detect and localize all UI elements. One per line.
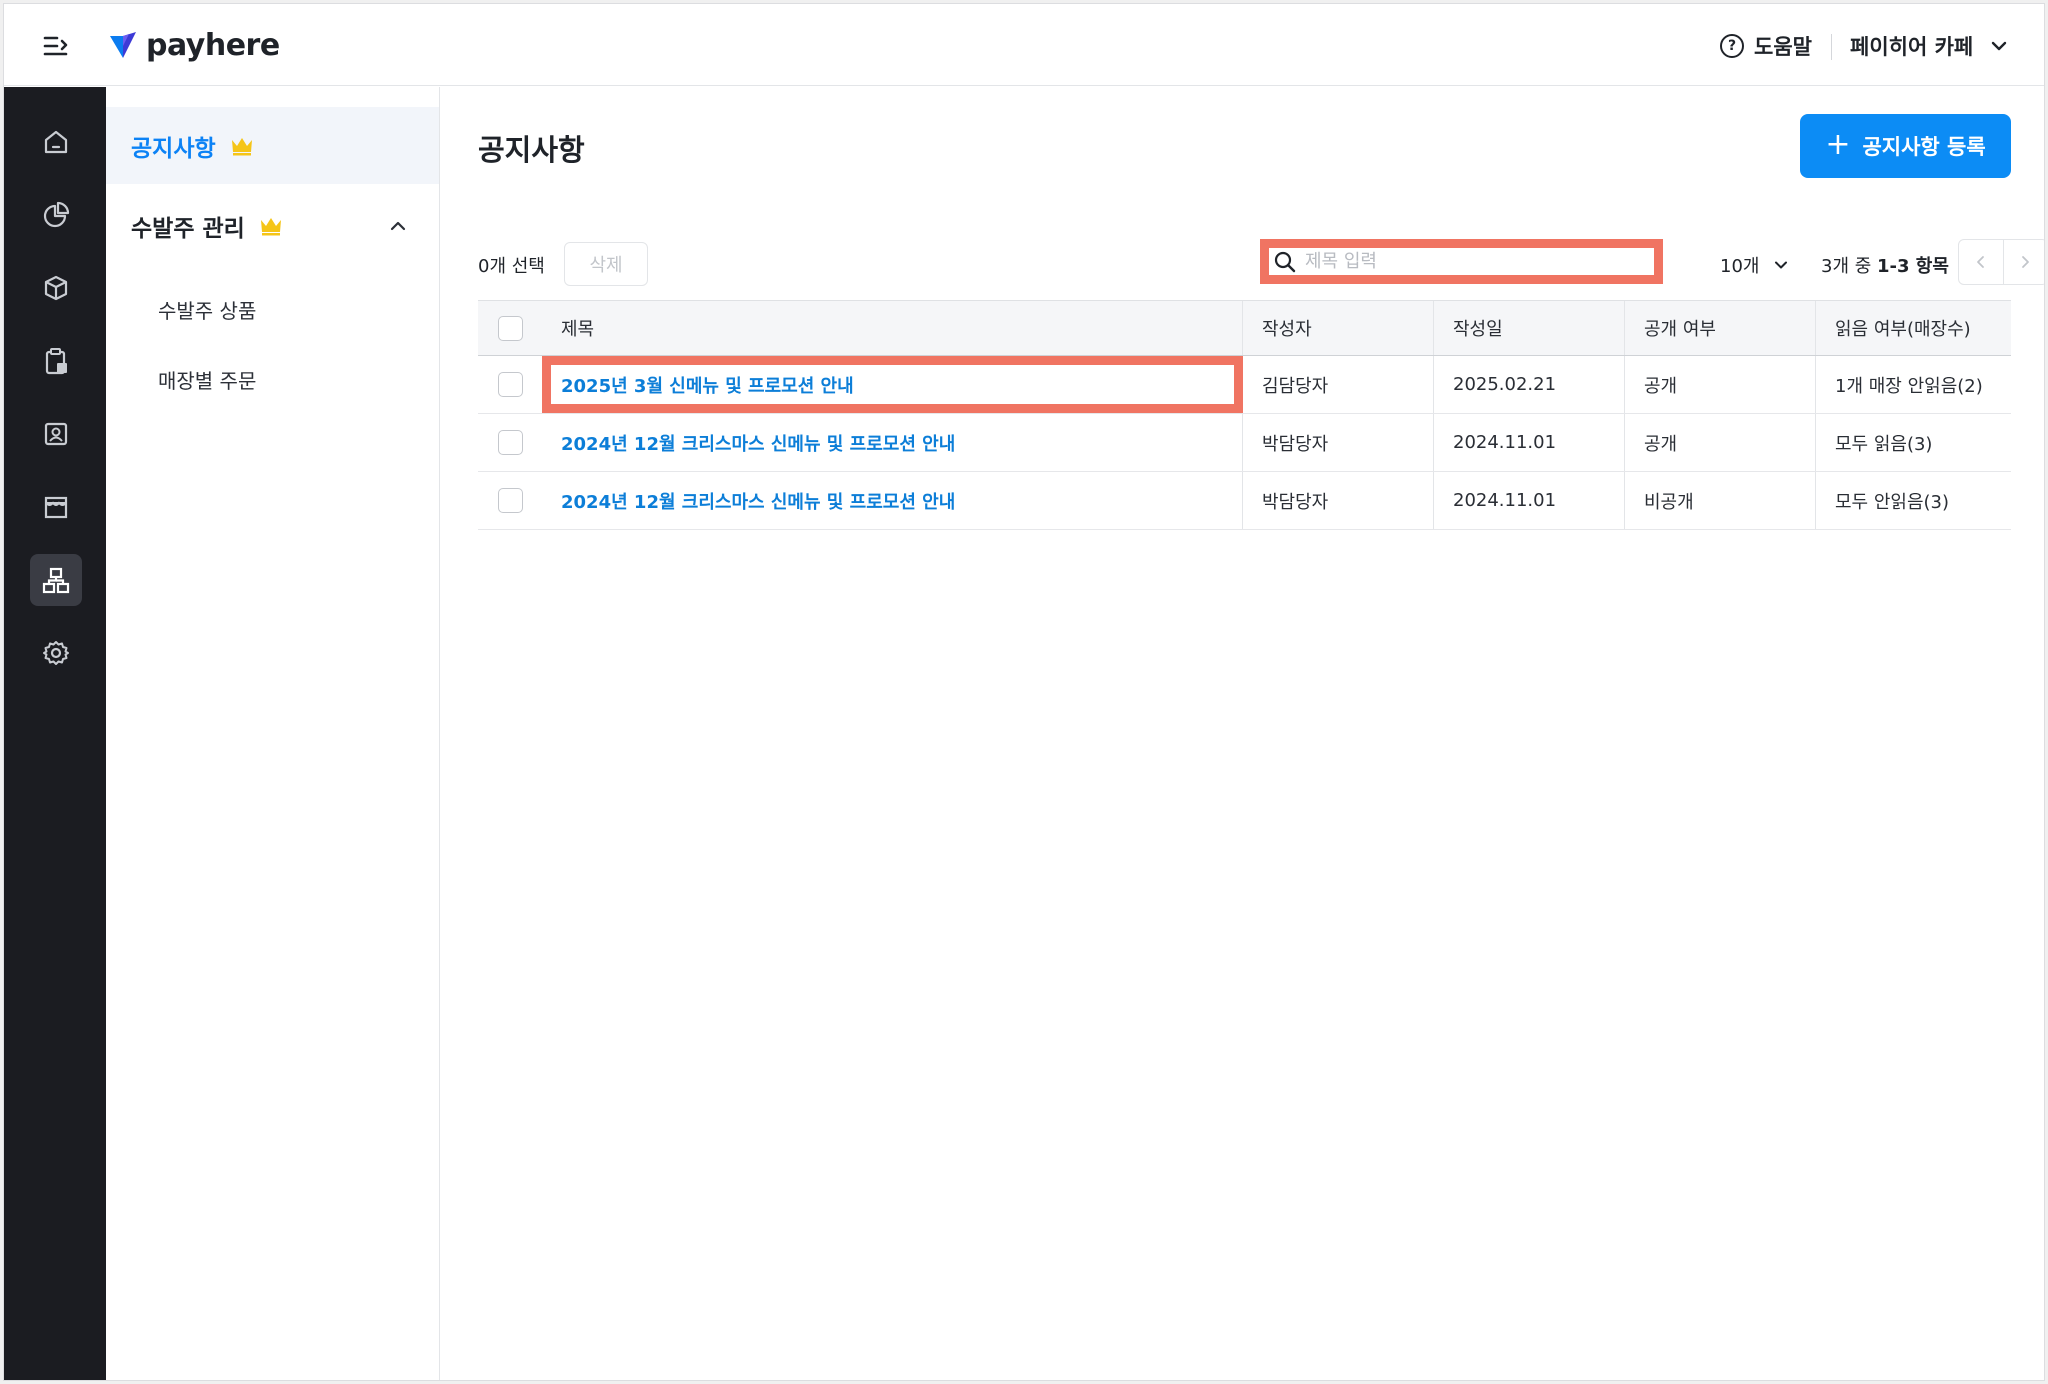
search-icon bbox=[1274, 251, 1296, 272]
subnav-item-label: 공지사항 bbox=[131, 135, 216, 162]
next-page-button[interactable] bbox=[2004, 240, 2045, 284]
register-label: 공지사항 등록 bbox=[1862, 135, 1986, 159]
title-cell: 2024년 12월 크리스마스 신메뉴 및 프로모션 안내 bbox=[542, 472, 1243, 529]
notice-table: 제목 작성자 작성일 공개 여부 읽음 여부(매장수) 2025년 3월 신메뉴… bbox=[478, 300, 2011, 530]
pie-chart-icon bbox=[43, 201, 70, 228]
search-input[interactable] bbox=[1305, 251, 1625, 272]
row-checkbox[interactable] bbox=[497, 488, 523, 513]
nav-orders[interactable] bbox=[30, 335, 82, 387]
pagination-range: 3개 중 1-3 항목 bbox=[1821, 252, 1949, 278]
notice-title-link[interactable]: 2024년 12월 크리스마스 신메뉴 및 프로모션 안내 bbox=[561, 430, 955, 456]
user-card-icon bbox=[44, 422, 68, 446]
subnav-group-label: 수발주 관리 bbox=[131, 216, 245, 242]
help-icon: ? bbox=[1720, 34, 1744, 58]
table-row[interactable]: 2024년 12월 크리스마스 신메뉴 및 프로모션 안내 박담당자 2024.… bbox=[478, 414, 2011, 472]
register-notice-button[interactable]: + 공지사항 등록 bbox=[1800, 114, 2011, 178]
date-cell: 2024.11.01 bbox=[1434, 472, 1625, 529]
help-label: 도움말 bbox=[1754, 35, 1812, 59]
range-prefix: 3개 중 bbox=[1821, 256, 1878, 277]
page-title: 공지사항 bbox=[478, 133, 585, 167]
icon-sidebar bbox=[4, 87, 106, 1380]
read-cell: 모두 읽음(3) bbox=[1835, 433, 1933, 455]
author-cell: 김담당자 bbox=[1243, 356, 1434, 413]
menu-toggle-icon[interactable] bbox=[40, 30, 72, 62]
logo-mark-icon bbox=[110, 32, 136, 58]
org-chart-icon bbox=[42, 567, 70, 594]
chevron-up-icon[interactable] bbox=[387, 215, 409, 237]
table-toolbar: 0개 선택 삭제 10개 3개 중 1-3 항목 bbox=[478, 239, 2044, 286]
divider bbox=[1831, 34, 1832, 60]
nav-franchise[interactable] bbox=[30, 554, 82, 606]
column-header-read[interactable]: 읽음 여부(매장수) bbox=[1816, 301, 2011, 355]
table-row[interactable]: 2025년 3월 신메뉴 및 프로모션 안내 김담당자 2025.02.21 공… bbox=[478, 356, 2011, 414]
date-cell: 2024.11.01 bbox=[1434, 414, 1625, 471]
store-selector[interactable]: 페이히어 카페 bbox=[1850, 30, 2009, 62]
search-field[interactable] bbox=[1260, 239, 1663, 284]
prev-page-button[interactable] bbox=[1959, 240, 2004, 284]
row-checkbox-cell bbox=[478, 414, 542, 471]
row-checkbox-cell bbox=[478, 472, 542, 529]
public-cell: 공개 bbox=[1625, 414, 1816, 471]
nav-products[interactable] bbox=[30, 262, 82, 314]
box-icon bbox=[44, 275, 68, 301]
column-header-title[interactable]: 제목 bbox=[542, 301, 1243, 355]
table-row[interactable]: 2024년 12월 크리스마스 신메뉴 및 프로모션 안내 박담당자 2024.… bbox=[478, 472, 2011, 530]
title-cell: 2025년 3월 신메뉴 및 프로모션 안내 bbox=[542, 356, 1243, 413]
page-size-select[interactable]: 10개 bbox=[1720, 252, 1789, 278]
brand-name: payhere bbox=[146, 27, 280, 63]
subnav-item-store-orders[interactable]: 매장별 주문 bbox=[158, 365, 256, 394]
nav-settings[interactable] bbox=[30, 627, 82, 679]
read-cell: 모두 안읽음(3) bbox=[1835, 491, 1950, 513]
column-header-public[interactable]: 공개 여부 bbox=[1625, 301, 1816, 355]
nav-analytics[interactable] bbox=[30, 189, 82, 241]
chevron-left-icon bbox=[1976, 256, 1984, 268]
plus-icon: + bbox=[1825, 126, 1851, 162]
app-window: payhere ? 도움말 페이히어 카페 공지사항 수발주 관리 수발주 상품… bbox=[3, 3, 2045, 1381]
subnav-item-order-products[interactable]: 수발주 상품 bbox=[158, 295, 256, 324]
author-cell: 박담당자 bbox=[1243, 472, 1434, 529]
crown-icon bbox=[231, 137, 252, 155]
subnav-item-notices[interactable]: 공지사항 bbox=[106, 107, 439, 184]
notice-title-link[interactable]: 2025년 3월 신메뉴 및 프로모션 안내 bbox=[561, 372, 854, 398]
pagination-controls bbox=[1958, 239, 2045, 285]
clipboard-icon bbox=[45, 348, 67, 375]
delete-button[interactable]: 삭제 bbox=[564, 242, 648, 286]
notice-title-link[interactable]: 2024년 12월 크리스마스 신메뉴 및 프로모션 안내 bbox=[561, 488, 955, 514]
table-header: 제목 작성자 작성일 공개 여부 읽음 여부(매장수) bbox=[478, 300, 2011, 356]
select-all-checkbox[interactable] bbox=[497, 315, 523, 341]
public-cell: 공개 bbox=[1625, 356, 1816, 413]
selected-count: 0개 선택 bbox=[478, 256, 545, 277]
brand-logo[interactable]: payhere bbox=[108, 26, 280, 64]
read-cell: 1개 매장 안읽음(2) bbox=[1835, 375, 1983, 397]
subnav-group-orders[interactable]: 수발주 관리 bbox=[106, 187, 439, 265]
nav-home[interactable] bbox=[30, 116, 82, 168]
sub-sidebar: 공지사항 수발주 관리 수발주 상품 매장별 주문 bbox=[106, 87, 440, 1380]
store-icon bbox=[44, 496, 68, 519]
main-content: 공지사항 + 공지사항 등록 0개 선택 삭제 10개 3개 bbox=[441, 87, 2044, 1380]
chevron-down-icon bbox=[1992, 41, 2007, 51]
row-checkbox-cell bbox=[478, 356, 542, 413]
public-cell: 비공개 bbox=[1625, 472, 1816, 529]
top-bar: payhere ? 도움말 페이히어 카페 bbox=[4, 4, 2044, 86]
nav-customers[interactable] bbox=[30, 408, 82, 460]
crown-icon bbox=[260, 218, 281, 236]
help-button[interactable]: ? 도움말 bbox=[1720, 30, 1812, 62]
range-items: 1-3 항목 bbox=[1877, 256, 1949, 277]
chevron-right-icon bbox=[2022, 256, 2030, 268]
author-cell: 박담당자 bbox=[1243, 414, 1434, 471]
row-checkbox[interactable] bbox=[497, 372, 523, 397]
page-size-value: 10개 bbox=[1720, 256, 1760, 277]
column-header-author[interactable]: 작성자 bbox=[1243, 301, 1434, 355]
header-checkbox-cell bbox=[478, 301, 542, 355]
date-cell: 2025.02.21 bbox=[1434, 356, 1625, 413]
title-cell: 2024년 12월 크리스마스 신메뉴 및 프로모션 안내 bbox=[542, 414, 1243, 471]
home-icon bbox=[44, 130, 68, 154]
store-name: 페이히어 카페 bbox=[1850, 35, 1974, 59]
gear-icon bbox=[43, 641, 69, 665]
nav-stores[interactable] bbox=[30, 481, 82, 533]
column-header-date[interactable]: 작성일 bbox=[1434, 301, 1625, 355]
row-checkbox[interactable] bbox=[497, 430, 523, 455]
chevron-down-icon bbox=[1775, 261, 1788, 269]
